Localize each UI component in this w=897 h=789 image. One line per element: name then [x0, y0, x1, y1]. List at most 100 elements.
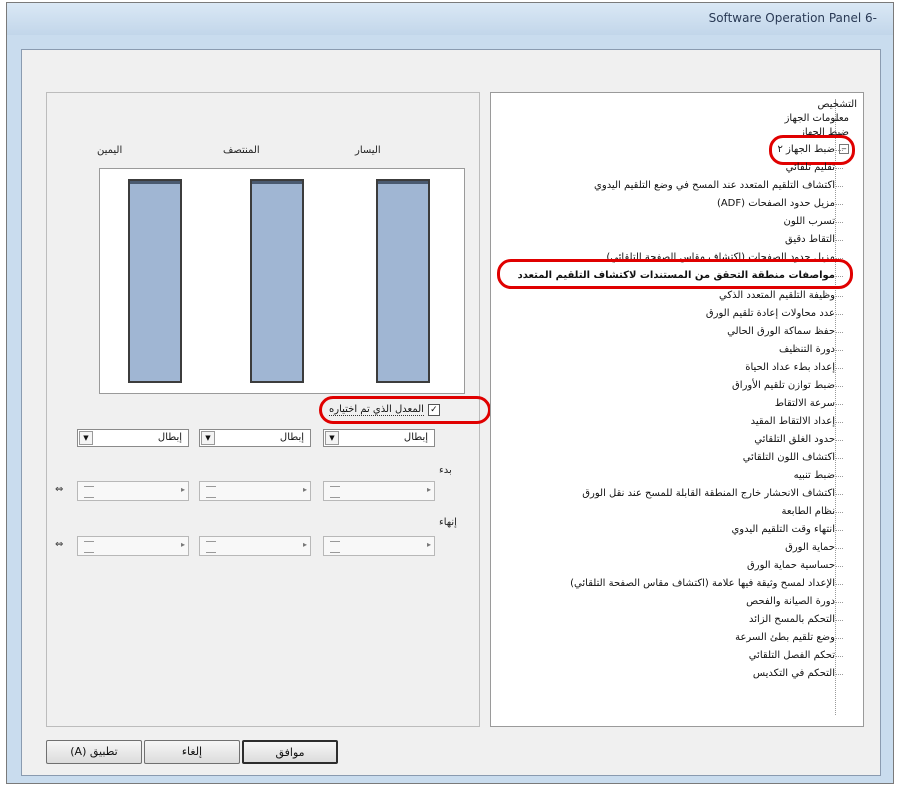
dropdown-arrow-icon[interactable]: ▼ [79, 431, 93, 445]
tree-connector [835, 602, 843, 603]
tree-connector [835, 276, 843, 277]
tree-item[interactable]: سرعة الالتقاط [775, 397, 835, 411]
select-center-value: إبطال [279, 432, 304, 443]
left-level-bar [376, 179, 430, 383]
apply-button[interactable]: تطبيق (A) [46, 740, 142, 764]
tree-item[interactable]: انتهاء وقت التلقيم اليدوي [731, 523, 835, 537]
end-spin-center[interactable]: ▸ [199, 536, 311, 556]
tree-connector [835, 119, 843, 120]
settings-tree[interactable]: التشخيص معلومات الجهاز ضبط الجهاز −ضبط ا… [490, 92, 864, 727]
tree-item[interactable]: ضبط توازن تلقيم الأوراق [732, 379, 835, 393]
tree-connector [835, 133, 843, 134]
tree-connector [835, 566, 843, 567]
tree-item[interactable]: التحكم بالمسح الزائد [749, 613, 835, 627]
tree-connector [835, 240, 843, 241]
tree-connector [835, 584, 843, 585]
checkbox-label: المعدل الذي تم اختياره [329, 404, 424, 416]
tree-item[interactable]: اكتشاف التلقيم المتعدد عند المسح في وضع … [594, 179, 835, 193]
tree-connector [835, 314, 843, 315]
cancel-button[interactable]: إلغاء [144, 740, 240, 764]
tree-connector [835, 258, 843, 259]
tree-guide-line [835, 99, 836, 715]
tree-connector [835, 440, 843, 441]
tree-item[interactable]: اكتشاف اللون التلقائي [743, 451, 835, 465]
select-left[interactable]: ▼ إبطال [323, 429, 435, 447]
tree-item[interactable]: تحكم الفصل التلقائي [749, 649, 835, 663]
start-spin-left[interactable]: ▸ [323, 481, 435, 501]
center-level-bar [250, 179, 304, 383]
tree-connector [835, 548, 843, 549]
tree-item[interactable]: دورة التنظيف [779, 343, 835, 357]
window-title: Software Operation Panel 6- [708, 11, 877, 25]
tree-item[interactable]: ضبط تنبيه [794, 469, 835, 483]
tree-item[interactable]: دورة الصيانة والفحص [746, 595, 835, 609]
checkbox-mark[interactable]: ✓ [427, 404, 440, 416]
tree-item[interactable]: وضع تلقيم بطئ السرعة [735, 631, 835, 645]
end-spin-left[interactable]: ▸ [323, 536, 435, 556]
tree-connector [835, 512, 843, 513]
link-pair-icon: ⇔ [55, 539, 64, 550]
tree-connector [835, 168, 843, 169]
collapse-icon[interactable]: − [839, 144, 849, 154]
tree-item[interactable]: نظام الطابعة [782, 505, 835, 519]
tree-item[interactable]: وظيفة التلقيم المتعدد الذكي [719, 289, 835, 303]
tree-item[interactable]: عدد محاولات إعادة تلقيم الورق [706, 307, 835, 321]
selected-rate-checkbox[interactable]: ✓ المعدل الذي تم اختياره [329, 401, 440, 419]
tree-connector [835, 204, 843, 205]
tree-connector [835, 150, 843, 151]
tree-connector [835, 638, 843, 639]
tree-item[interactable]: مزيل حدود الصفحات (ADF) [717, 197, 835, 211]
tree-item[interactable]: حساسية حماية الورق [747, 559, 835, 573]
tree-connector [835, 332, 843, 333]
tree-connector [835, 620, 843, 621]
ok-button[interactable]: موافق [242, 740, 338, 764]
tree-connector [835, 476, 843, 477]
tree-item[interactable]: حفظ سماكة الورق الحالي [727, 325, 835, 339]
tree-connector [835, 186, 843, 187]
select-center[interactable]: ▼ إبطال [199, 429, 311, 447]
dialog-client-area: اليمين المنتصف اليسار ✓ المعدل الذي تم ا… [21, 49, 881, 776]
dialog-window: Software Operation Panel 6- اليمين المنت… [6, 2, 894, 784]
select-left-value: إبطال [403, 432, 428, 443]
tree-item[interactable]: تسرب اللون [784, 215, 835, 229]
start-spin-right[interactable]: ▸ [77, 481, 189, 501]
tree-connector [835, 222, 843, 223]
tree-connector [835, 404, 843, 405]
column-header-left: اليسار [355, 145, 381, 156]
tree-item[interactable]: الإعداد لمسح وثيقة فيها علامة (اكتشاف مق… [570, 577, 835, 591]
tree-connector [835, 674, 843, 675]
tree-item[interactable]: التحكم في التكديس [753, 667, 835, 681]
dropdown-arrow-icon[interactable]: ▼ [201, 431, 215, 445]
tree-item-diagnosis[interactable]: التشخيص [818, 98, 858, 112]
tree-item[interactable]: مزيل حدود الصفحات (اكتشاف مقاس الصفحة ال… [606, 251, 835, 265]
tree-connector [835, 530, 843, 531]
start-label: بدء [439, 465, 452, 476]
tree-item[interactable]: التقاط دقيق [785, 233, 835, 247]
tree-item[interactable]: اكتشاف الانحشار خارج المنطقة القابلة للم… [582, 487, 835, 501]
tree-item-multifeed-area[interactable]: مواصفات منطقة التحقق من المستندات لاكتشا… [518, 269, 835, 283]
dropdown-arrow-icon[interactable]: ▼ [325, 431, 339, 445]
preview-area [99, 168, 465, 394]
tree-connector [835, 656, 843, 657]
end-label: إنهاء [439, 517, 457, 528]
tree-connector [835, 422, 843, 423]
tree-connector [835, 458, 843, 459]
tree-item[interactable]: تقليم تلقائي [786, 161, 835, 175]
tree-connector [835, 296, 843, 297]
tree-item[interactable]: حدود الغلق التلقائي [754, 433, 835, 447]
tree-item[interactable]: إعداد الالتقاط المقيد [751, 415, 835, 429]
title-bar[interactable]: Software Operation Panel 6- [7, 3, 893, 35]
start-spin-center[interactable]: ▸ [199, 481, 311, 501]
column-header-center: المنتصف [223, 145, 260, 156]
column-header-right: اليمين [97, 145, 123, 156]
end-spin-right[interactable]: ▸ [77, 536, 189, 556]
tree-connector [835, 494, 843, 495]
tree-connector [835, 368, 843, 369]
tree-connector [835, 386, 843, 387]
tree-item[interactable]: إعداد بطء عداد الحياة [745, 361, 835, 375]
settings-group: اليمين المنتصف اليسار ✓ المعدل الذي تم ا… [46, 92, 491, 727]
link-pair-icon: ⇔ [55, 484, 64, 495]
select-right[interactable]: ▼ إبطال [77, 429, 189, 447]
tree-item[interactable]: حماية الورق [785, 541, 835, 555]
right-level-bar [128, 179, 182, 383]
